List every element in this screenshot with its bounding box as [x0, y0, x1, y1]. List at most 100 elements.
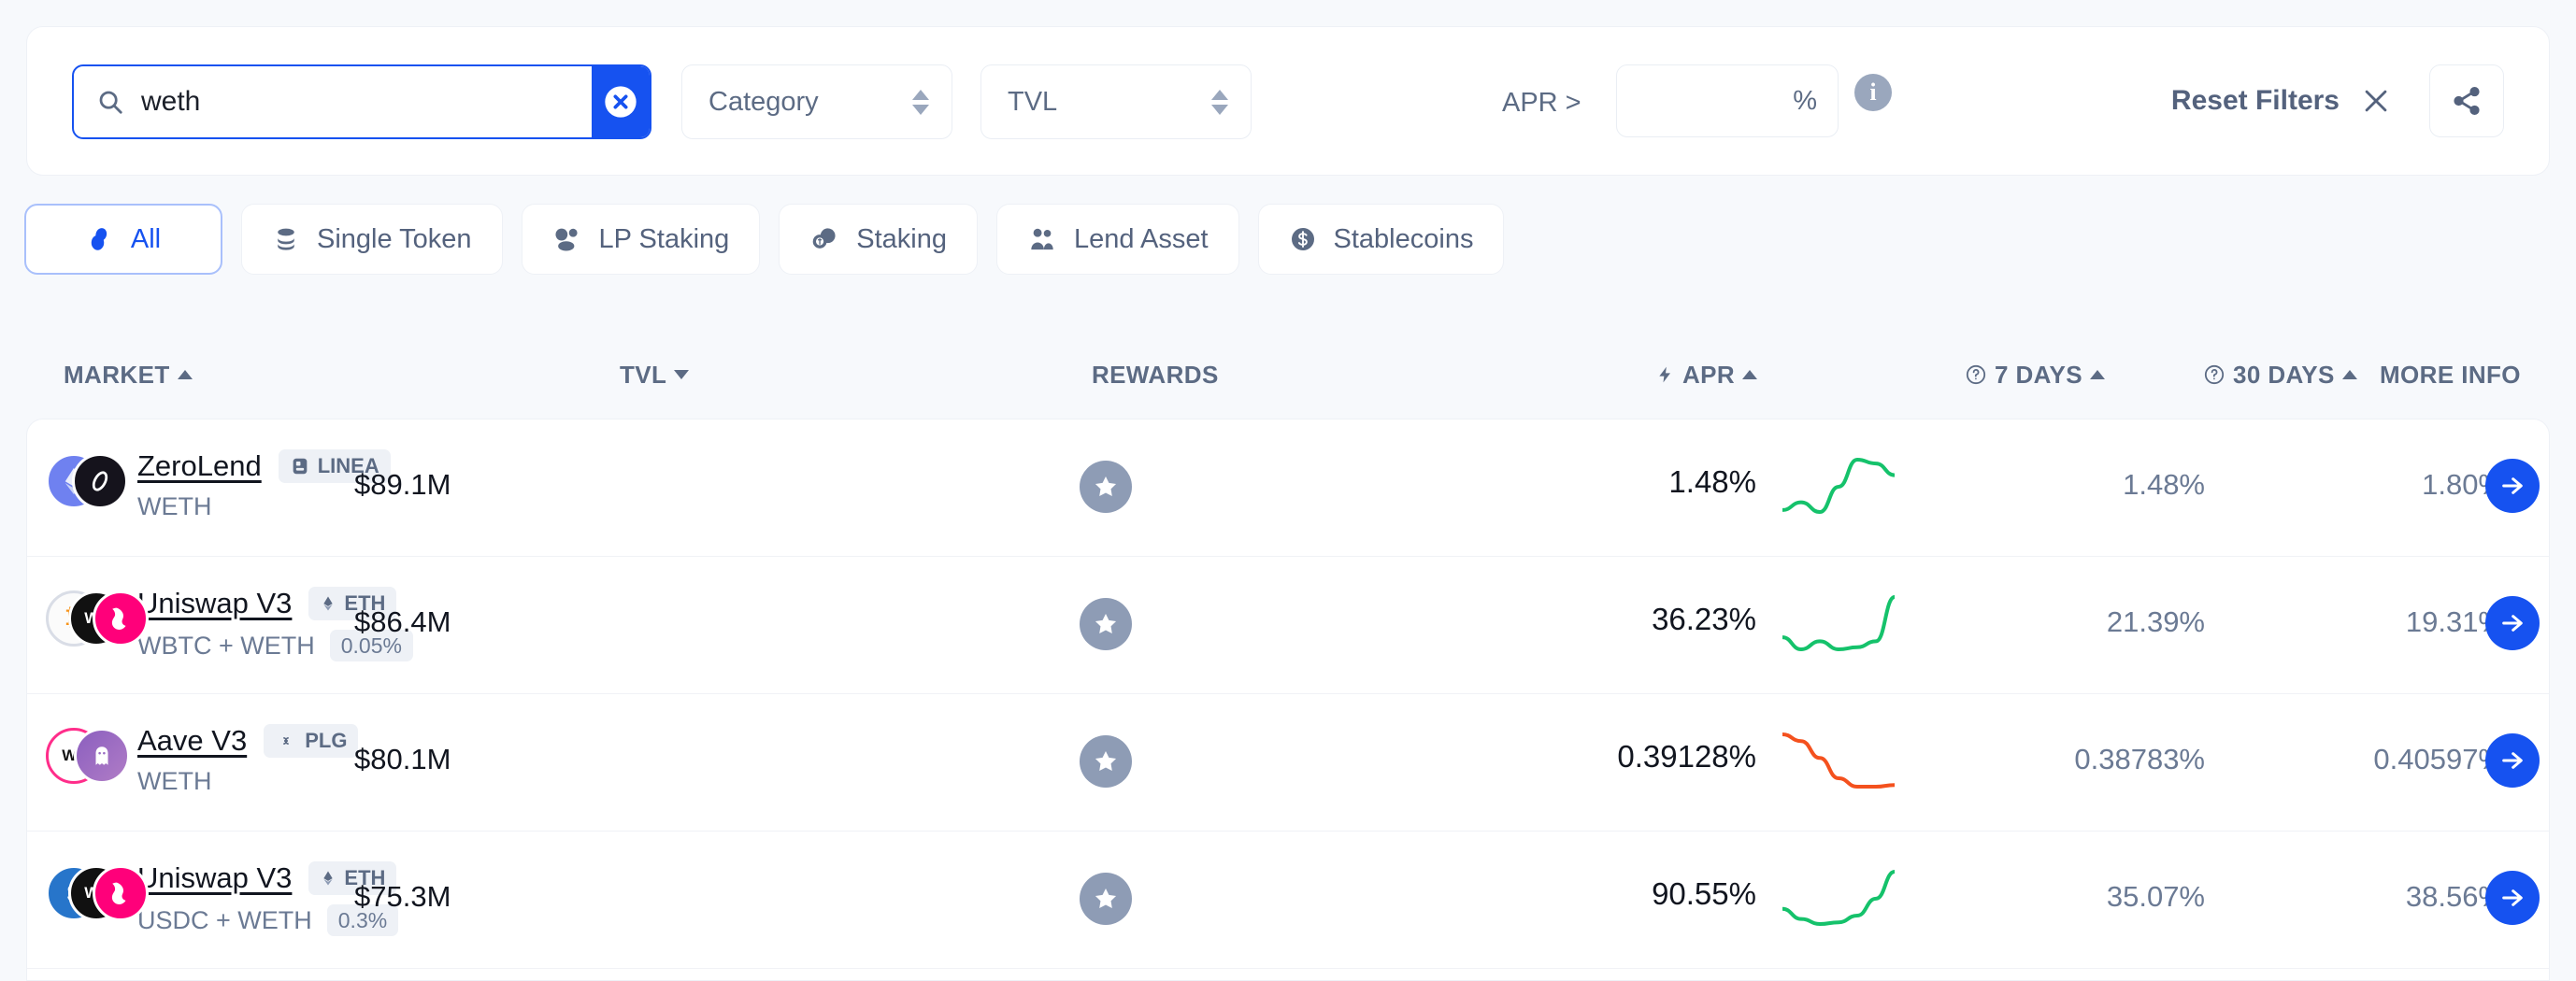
app-root: Category TVL APR > % i Reset Filters	[0, 0, 2576, 981]
more-info-button[interactable]	[2485, 733, 2540, 788]
market-name-link[interactable]: Aave V3	[137, 724, 247, 758]
staking-coins-icon	[809, 225, 839, 253]
tab-label: Lend Asset	[1074, 223, 1209, 254]
star-badge-icon[interactable]	[1080, 461, 1132, 513]
apr-sparkline	[1781, 592, 1896, 659]
table-row[interactable]: ZeroLend LINEA WETH $89.1M 1.48% 1.48% 1…	[27, 419, 2549, 557]
sort-asc-icon	[2341, 370, 2357, 379]
more-info-button[interactable]	[2485, 596, 2540, 650]
token-icon-group: $WE	[46, 860, 149, 927]
apr-cell: 1.48%	[1668, 464, 1756, 499]
tvl-cell: $86.4M	[354, 605, 451, 638]
column-header-tvl-label: TVL	[620, 360, 667, 389]
tvl-cell: $75.3M	[354, 880, 451, 913]
polygon-icon	[275, 731, 297, 751]
sort-asc-icon	[177, 370, 193, 379]
tab-lp-staking[interactable]: LP Staking	[521, 204, 761, 275]
seven-day-cell: 1.48%	[2123, 468, 2205, 501]
table-row[interactable]: ₿WE Uniswap V3 ETH WBTC + WETH 0.05% $86…	[27, 557, 2549, 694]
market-cell: $WE Uniswap V3 ETH USDC + WETH 0.3%	[46, 860, 399, 936]
share-button[interactable]	[2429, 64, 2504, 137]
seven-day-cell: 21.39%	[2106, 605, 2205, 638]
tvl-cell: $89.1M	[354, 468, 451, 501]
market-cell: WE Aave V3 PLG WETH	[46, 722, 359, 796]
tab-staking[interactable]: Staking	[779, 204, 979, 275]
apr-cell: 90.55%	[1652, 876, 1756, 911]
market-assets: USDC + WETH	[137, 905, 312, 934]
tab-all[interactable]: All	[24, 204, 222, 275]
token-icon-group	[46, 448, 128, 515]
column-header-more-info-label: MORE INFO	[2380, 360, 2521, 389]
column-header-apr[interactable]: APR	[1656, 350, 1758, 399]
apr-filter-input[interactable]	[1647, 85, 1788, 117]
column-header-7days[interactable]: 7 DAYS	[1965, 350, 2105, 399]
arrow-right-icon	[2502, 889, 2523, 906]
column-header-30days-label: 30 DAYS	[2233, 360, 2335, 389]
category-tabs: All Single Token LP Staking Staking Lend…	[24, 204, 1505, 275]
lend-people-icon	[1027, 225, 1057, 253]
column-header-30days[interactable]: 30 DAYS	[2203, 350, 2357, 399]
coins-stack-icon	[272, 225, 300, 253]
arrow-right-icon	[2502, 615, 2523, 632]
column-header-rewards: REWARDS	[1092, 350, 1219, 399]
table-row[interactable]: WE Aave V3 PLG WETH $80.1M	[27, 694, 2549, 832]
market-name-link[interactable]: ZeroLend	[137, 449, 262, 483]
bolt-icon	[1659, 366, 1670, 383]
seven-day-cell: 35.07%	[2106, 880, 2205, 913]
more-info-button[interactable]	[2485, 871, 2540, 925]
stepper-icon	[1211, 89, 1228, 115]
search-icon	[96, 88, 124, 116]
all-drops-icon	[86, 225, 114, 253]
rewards-cell	[1080, 598, 1132, 650]
apr-filter-wrapper[interactable]: %	[1616, 64, 1839, 137]
token-icon-group: WE	[46, 722, 130, 789]
search-input[interactable]	[141, 86, 592, 118]
tvl-select[interactable]: TVL	[980, 64, 1252, 139]
star-badge-icon[interactable]	[1080, 873, 1132, 925]
market-name-link[interactable]: Uniswap V3	[137, 587, 292, 620]
clear-search-button[interactable]	[592, 66, 650, 137]
apr-sparkline	[1781, 867, 1896, 933]
question-circle-icon	[2204, 364, 2225, 385]
tab-single-token[interactable]: Single Token	[241, 204, 503, 275]
sort-asc-icon	[1742, 370, 1758, 379]
reset-filters-label: Reset Filters	[2170, 85, 2340, 116]
tab-lend-asset[interactable]: Lend Asset	[996, 204, 1239, 275]
search-field-wrapper[interactable]	[72, 64, 651, 139]
market-name-link[interactable]: Uniswap V3	[137, 861, 292, 895]
tab-label: All	[130, 223, 162, 254]
thirty-day-cell: 1.80%	[2422, 468, 2504, 501]
markets-table: ZeroLend LINEA WETH $89.1M 1.48% 1.48% 1…	[26, 419, 2550, 981]
chain-badge: PLG	[264, 724, 359, 758]
apr-cell: 36.23%	[1652, 602, 1756, 636]
apr-sparkline	[1781, 730, 1896, 796]
thirty-day-cell: 19.31%	[2405, 605, 2504, 638]
arrow-right-icon	[2502, 477, 2523, 494]
column-header-tvl[interactable]: TVL	[620, 350, 690, 399]
info-icon[interactable]: i	[1854, 74, 1892, 111]
star-badge-icon[interactable]	[1080, 735, 1132, 788]
category-select-label: Category	[708, 86, 819, 117]
tab-stablecoins[interactable]: Stablecoins	[1257, 204, 1505, 275]
tab-label: Stablecoins	[1333, 223, 1474, 254]
table-row[interactable]: $WE Uniswap V3 ETH USDC + WETH 0.3% $75.…	[27, 832, 2549, 969]
arrow-right-icon	[2502, 752, 2523, 769]
percent-sign-label: %	[1793, 85, 1817, 116]
reset-filters-button[interactable]: Reset Filters	[2171, 85, 2392, 117]
ethereum-icon	[320, 868, 336, 889]
token-icon-group: ₿WE	[46, 585, 149, 652]
column-header-market[interactable]: MARKET	[64, 350, 193, 399]
rewards-cell	[1080, 873, 1132, 925]
category-select[interactable]: Category	[681, 64, 952, 139]
table-header: MARKET TVL REWARDS APR 7 DAYS 30 DAYS MO…	[0, 350, 2576, 399]
market-assets: WETH	[137, 767, 212, 795]
close-x-icon	[2365, 90, 2387, 112]
dollar-circle-icon	[1289, 225, 1317, 253]
star-badge-icon[interactable]	[1080, 598, 1132, 650]
rewards-cell	[1080, 735, 1132, 788]
column-header-apr-label: APR	[1682, 360, 1736, 389]
more-info-button[interactable]	[2485, 459, 2540, 513]
chain-badge-label: PLG	[305, 729, 348, 752]
tvl-cell: $80.1M	[354, 743, 451, 775]
share-icon	[2454, 86, 2480, 116]
